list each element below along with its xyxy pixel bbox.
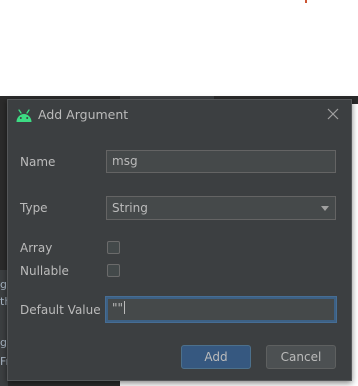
type-select-value: String [112, 201, 148, 215]
default-value-field[interactable]: "" [106, 297, 336, 322]
android-icon [15, 108, 33, 122]
background-marker [305, 0, 307, 3]
type-label: Type [20, 201, 48, 215]
name-field[interactable]: msg [106, 150, 336, 173]
background-text: g [0, 336, 7, 349]
type-select[interactable]: String [106, 196, 336, 220]
default-value-label: Default Value [20, 303, 101, 317]
nullable-label: Nullable [20, 264, 69, 278]
array-label: Array [20, 241, 53, 255]
chevron-down-icon [321, 206, 329, 211]
default-value-text: "" [112, 301, 124, 315]
array-checkbox[interactable] [107, 241, 120, 254]
dialog-titlebar[interactable]: Add Argument [8, 100, 351, 130]
name-label: Name [20, 155, 56, 169]
add-button[interactable]: Add [181, 345, 251, 369]
cancel-button[interactable]: Cancel [266, 345, 336, 369]
add-argument-dialog: Add Argument Name msg Type String Array … [7, 99, 352, 381]
close-icon[interactable] [325, 106, 341, 122]
nullable-checkbox[interactable] [107, 264, 120, 277]
screen: gr th g Fr Add Argument Name msg Type St… [0, 0, 358, 386]
dialog-title: Add Argument [38, 107, 129, 122]
text-caret [124, 301, 126, 314]
